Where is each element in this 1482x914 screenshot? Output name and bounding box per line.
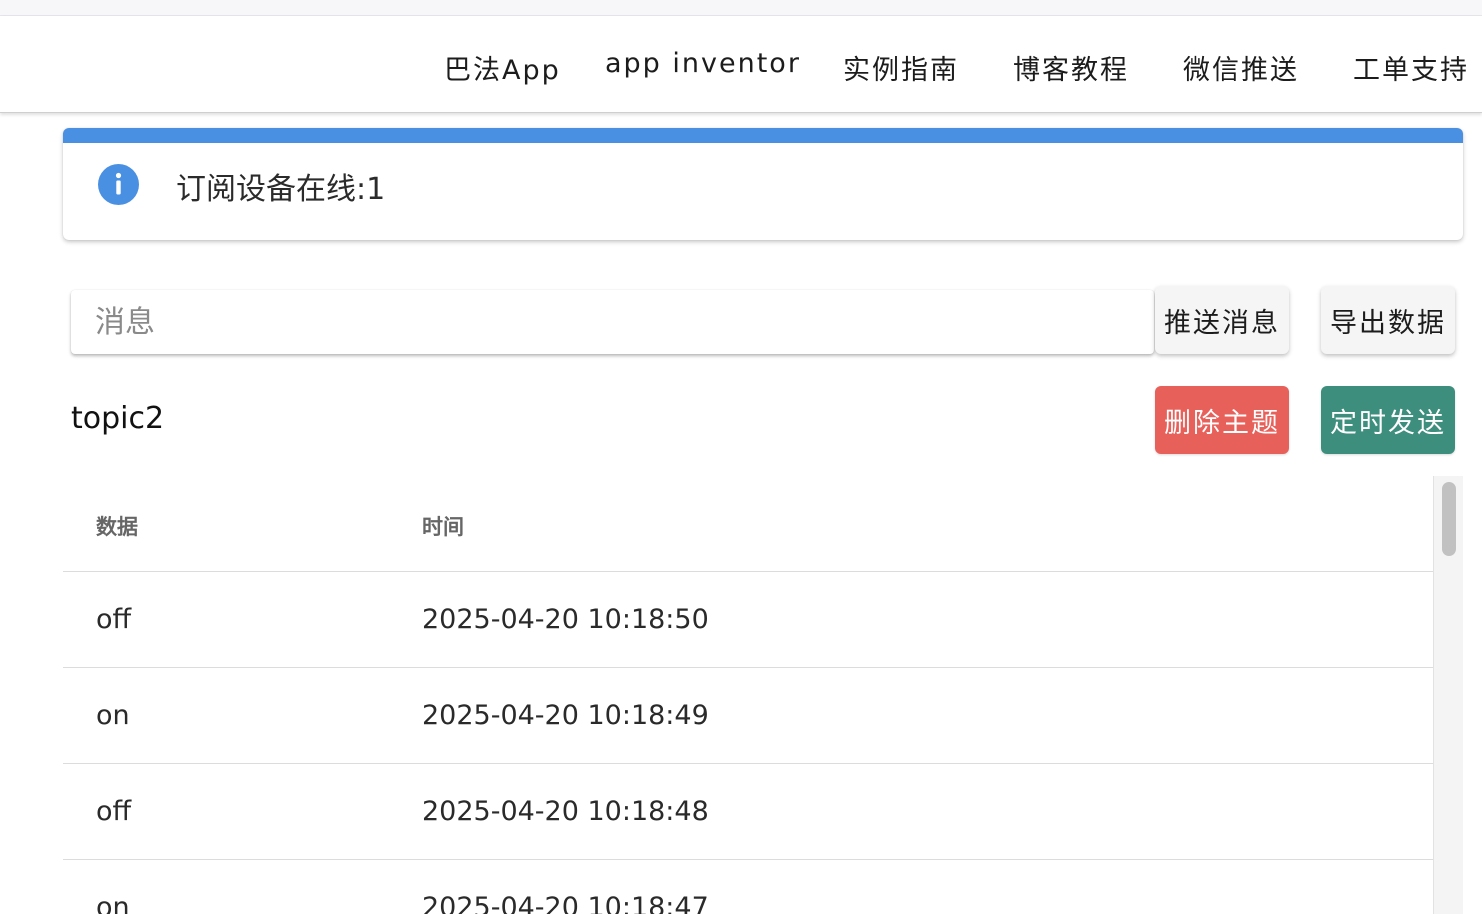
table-row: on 2025-04-20 10:18:47 (63, 859, 1433, 914)
nav-item-ticket-support[interactable]: 工单支持 (1353, 48, 1469, 87)
cell-data: on (96, 700, 130, 731)
table-row: off 2025-04-20 10:18:50 (63, 571, 1433, 667)
cell-time: 2025-04-20 10:18:49 (422, 700, 709, 731)
topic-title: topic2 (71, 401, 165, 436)
cell-data: off (96, 796, 132, 827)
online-status-text: 订阅设备在线:1 (176, 172, 386, 207)
nav-item-wechat-push[interactable]: 微信推送 (1183, 48, 1299, 87)
cell-data: on (96, 892, 130, 914)
scheduled-send-button[interactable]: 定时发送 (1321, 386, 1455, 454)
alert-accent-bar (63, 128, 1463, 143)
nav-item-bafa-app[interactable]: 巴法App (444, 48, 561, 87)
column-header-data[interactable]: 数据 (96, 511, 138, 541)
top-edge (0, 0, 1482, 16)
nav-item-examples-guide[interactable]: 实例指南 (843, 48, 959, 87)
table-row: on 2025-04-20 10:18:49 (63, 667, 1433, 763)
cell-time: 2025-04-20 10:18:48 (422, 796, 709, 827)
info-icon (98, 164, 139, 205)
push-message-button[interactable]: 推送消息 (1155, 286, 1289, 354)
column-header-time[interactable]: 时间 (422, 511, 464, 541)
message-table: 数据 时间 off 2025-04-20 10:18:50 on 2025-04… (63, 476, 1433, 914)
nav-item-blog-tutorials[interactable]: 博客教程 (1013, 48, 1129, 87)
cell-time: 2025-04-20 10:18:50 (422, 604, 709, 635)
delete-topic-button[interactable]: 删除主题 (1155, 386, 1289, 454)
cell-time: 2025-04-20 10:18:47 (422, 892, 709, 914)
message-input[interactable] (71, 290, 1154, 354)
table-row: off 2025-04-20 10:18:48 (63, 763, 1433, 859)
scrollbar-thumb[interactable] (1442, 482, 1456, 556)
top-navbar: 巴法App app inventor 实例指南 博客教程 微信推送 工单支持 (0, 16, 1482, 113)
export-data-button[interactable]: 导出数据 (1321, 286, 1455, 354)
online-status-alert: 订阅设备在线:1 (63, 128, 1463, 240)
table-scrollbar[interactable] (1433, 476, 1463, 914)
cell-data: off (96, 604, 132, 635)
nav-item-app-inventor[interactable]: app inventor (605, 48, 801, 79)
